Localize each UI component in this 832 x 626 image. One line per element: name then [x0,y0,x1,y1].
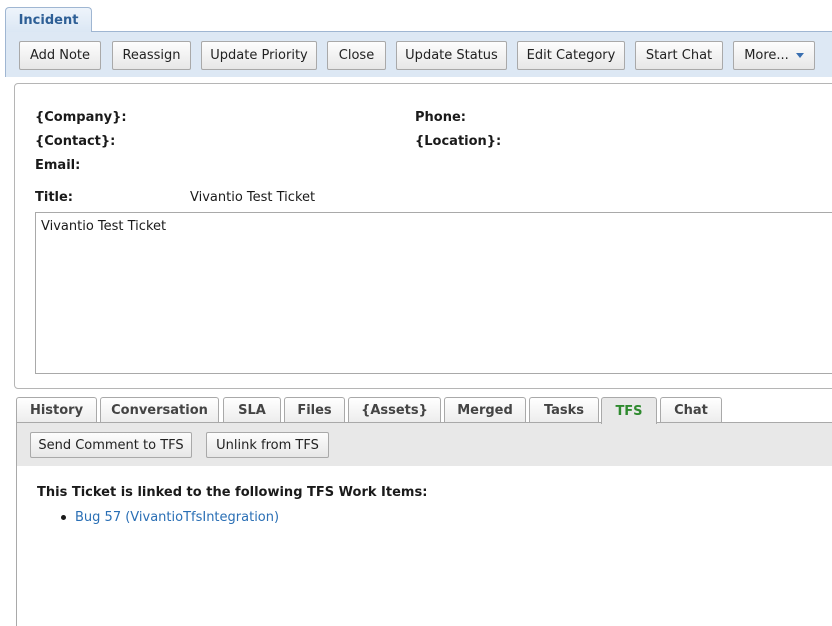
tab-chat[interactable]: Chat [660,397,722,423]
tfs-toolbar: Send Comment to TFS Unlink from TFS [16,422,832,466]
work-item-link-bug-57[interactable]: Bug 57 (VivantioTfsIntegration) [75,510,279,525]
phone-label: Phone: [415,110,466,125]
tab-tfs[interactable]: TFS [601,397,657,424]
detail-tab-bar: History Conversation SLA Files {Assets} … [16,397,832,424]
location-label: {Location}: [415,134,502,149]
tfs-work-items-list: Bug 57 (VivantioTfsIntegration) [61,510,279,525]
tfs-work-items-heading: This Ticket is linked to the following T… [37,485,428,500]
caret-down-icon [795,53,804,58]
tab-assets[interactable]: {Assets} [348,397,441,423]
tfs-tab-content: This Ticket is linked to the following T… [16,466,832,626]
action-toolbar: Add Note Reassign Update Priority Close … [5,31,832,77]
add-note-button[interactable]: Add Note [19,41,101,70]
tab-history[interactable]: History [16,397,97,423]
close-button[interactable]: Close [327,41,386,70]
more-dropdown-button[interactable]: More... [733,41,815,70]
start-chat-button[interactable]: Start Chat [635,41,723,70]
tab-conversation[interactable]: Conversation [100,397,219,423]
send-comment-to-tfs-button[interactable]: Send Comment to TFS [30,432,192,458]
list-item: Bug 57 (VivantioTfsIntegration) [61,510,279,525]
email-label: Email: [35,158,81,173]
description-field[interactable]: Vivantio Test Ticket [35,212,832,374]
title-label: Title: [35,190,74,205]
reassign-button[interactable]: Reassign [112,41,191,70]
bullet-icon [61,515,66,520]
edit-category-button[interactable]: Edit Category [517,41,625,70]
update-status-button[interactable]: Update Status [396,41,507,70]
update-priority-button[interactable]: Update Priority [201,41,317,70]
tab-merged[interactable]: Merged [444,397,526,423]
description-text: Vivantio Test Ticket [41,219,167,234]
ticket-details-panel: {Company}: {Contact}: Email: Phone: {Loc… [14,83,832,389]
tab-tasks[interactable]: Tasks [529,397,599,423]
tab-incident[interactable]: Incident [5,7,92,32]
company-label: {Company}: [35,110,127,125]
tab-incident-label: Incident [18,12,79,28]
tab-files[interactable]: Files [284,397,345,423]
unlink-from-tfs-button[interactable]: Unlink from TFS [206,432,329,458]
title-value: Vivantio Test Ticket [190,190,316,205]
contact-label: {Contact}: [35,134,116,149]
more-button-label: More... [744,48,789,63]
tab-sla[interactable]: SLA [223,397,281,423]
